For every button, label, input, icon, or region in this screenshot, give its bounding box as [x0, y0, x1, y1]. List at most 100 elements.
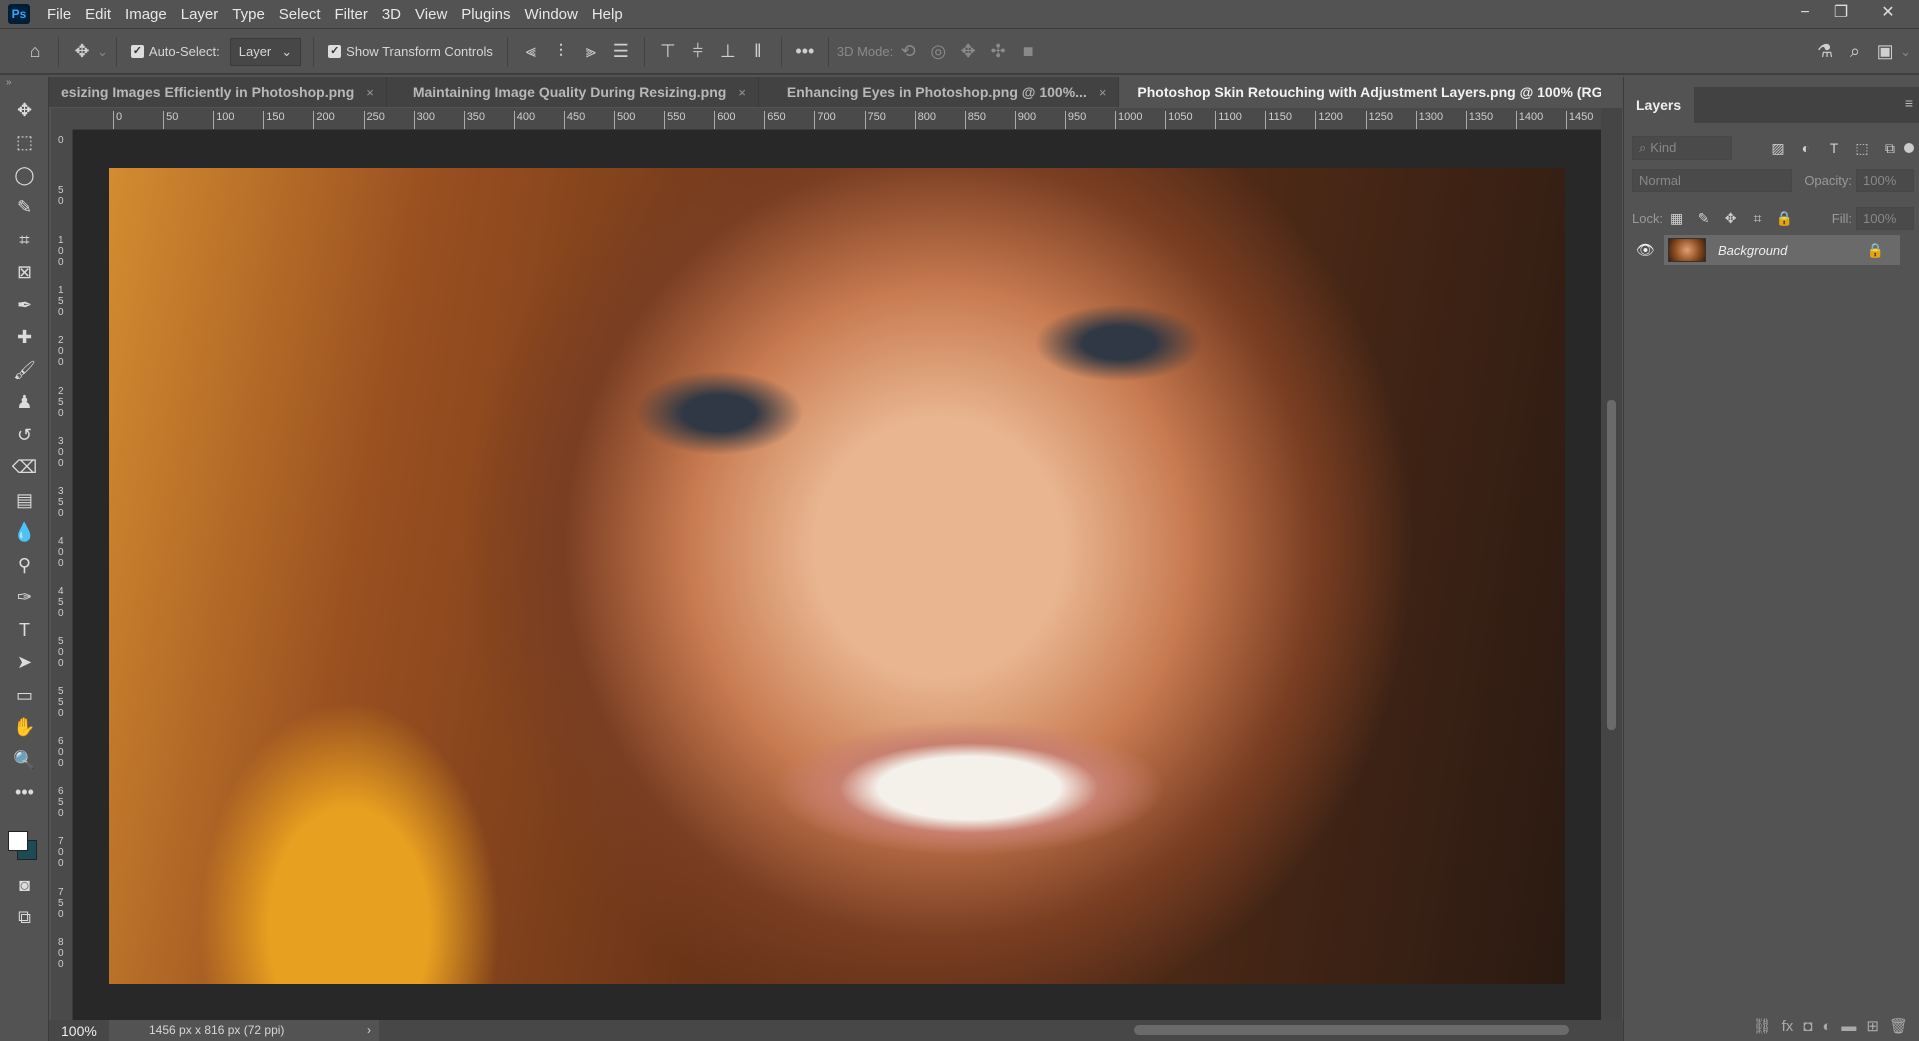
hand-tool-icon[interactable]: ✋ [0, 712, 49, 745]
crop-tool-icon[interactable]: ⌗ [0, 224, 49, 257]
fill-input[interactable]: 100% [1856, 206, 1914, 230]
scrollbar-thumb[interactable] [1134, 1025, 1569, 1035]
add-mask-icon[interactable]: ◘ [1803, 1018, 1812, 1035]
quick-mask-icon[interactable]: ◙ [0, 869, 49, 902]
lock-artboard-icon[interactable]: ⌗ [1744, 203, 1771, 233]
chevron-down-icon[interactable]: ⌄ [1900, 44, 1911, 60]
close-icon[interactable]: × [366, 85, 374, 100]
history-brush-tool-icon[interactable]: ↺ [0, 419, 49, 452]
3d-roll-icon[interactable]: ◎ [923, 37, 953, 67]
delete-layer-icon[interactable]: 🗑 [1889, 1017, 1908, 1035]
lock-transparent-icon[interactable]: ▦ [1663, 203, 1690, 233]
type-filter-icon[interactable]: T [1820, 133, 1848, 163]
shape-filter-icon[interactable]: ⬚ [1848, 133, 1876, 163]
horizontal-scrollbar[interactable] [379, 1020, 1623, 1041]
zoom-level[interactable]: 100% [49, 1023, 109, 1039]
smart-object-filter-icon[interactable]: ⧉ [1876, 133, 1904, 163]
3d-slide-icon[interactable]: ✣ [983, 37, 1013, 67]
blur-tool-icon[interactable]: 💧 [0, 517, 49, 550]
tab-skin-retouching[interactable]: Photoshop Skin Retouching with Adjustmen… [1119, 77, 1601, 107]
adjustment-filter-icon[interactable]: ◐ [1792, 133, 1820, 163]
path-select-tool-icon[interactable]: ➤ [0, 647, 49, 680]
link-layers-icon[interactable]: ⛓ [1753, 1017, 1772, 1035]
marquee-tool-icon[interactable]: ⬚ [0, 127, 49, 160]
tab-enhancing-eyes[interactable]: Enhancing Eyes in Photoshop.png @ 100%..… [759, 77, 1120, 107]
close-button[interactable]: ✕ [1870, 0, 1906, 26]
zoom-tool-icon[interactable]: 🔍 [0, 744, 49, 777]
distribute-icon[interactable]: ☰ [606, 37, 636, 67]
menu-plugins[interactable]: Plugins [454, 6, 517, 23]
auto-select-target-dropdown[interactable]: Layer ⌄ [229, 37, 302, 66]
lock-all-icon[interactable]: 🔒 [1771, 203, 1798, 233]
opacity-input[interactable]: 100% [1856, 169, 1914, 192]
filter-toggle[interactable] [1904, 143, 1914, 153]
workspace-icon[interactable]: ▣ [1870, 37, 1900, 67]
more-tools-icon[interactable]: ••• [0, 777, 49, 810]
menu-edit[interactable]: Edit [78, 6, 118, 23]
screen-mode-icon[interactable]: ⧉ [0, 902, 49, 935]
fx-icon[interactable]: fx [1782, 1018, 1794, 1035]
close-icon[interactable]: × [1099, 85, 1107, 100]
show-transform-controls-checkbox[interactable]: ✓ Show Transform Controls [328, 44, 493, 59]
align-left-icon[interactable]: ⫷ [516, 37, 546, 67]
scrollbar-thumb[interactable] [1607, 400, 1616, 730]
menu-type[interactable]: Type [225, 6, 272, 23]
quick-select-tool-icon[interactable]: ✎ [0, 192, 49, 225]
gradient-tool-icon[interactable]: ▤ [0, 484, 49, 517]
tab-layers[interactable]: Layers [1624, 87, 1694, 123]
search-icon[interactable]: ⌕ [1840, 37, 1870, 67]
align-center-icon[interactable]: ⫶ [546, 37, 576, 67]
new-layer-icon[interactable]: ⊞ [1866, 1017, 1879, 1035]
align-bottom-icon[interactable]: ⊥ [713, 37, 743, 67]
type-tool-icon[interactable]: T [0, 614, 49, 647]
move-tool-icon[interactable]: ✥ [0, 94, 49, 127]
stamp-tool-icon[interactable]: ♟ [0, 387, 49, 420]
home-icon[interactable]: ⌂ [20, 37, 50, 67]
new-group-icon[interactable]: ▬ [1841, 1018, 1856, 1035]
lock-position-icon[interactable]: ✥ [1717, 203, 1744, 233]
menu-select[interactable]: Select [272, 6, 328, 23]
3d-camera-icon[interactable]: ■ [1013, 37, 1043, 67]
flask-icon[interactable]: ⚗ [1810, 37, 1840, 67]
align-middle-icon[interactable]: ⫩ [683, 37, 713, 67]
auto-select-checkbox[interactable]: ✓ Auto-Select: [130, 44, 220, 59]
blend-mode-dropdown[interactable]: Normal [1632, 169, 1792, 192]
tab-resizing-images[interactable]: esizing Images Efficiently in Photoshop.… [49, 77, 387, 107]
brush-tool-icon[interactable]: 🖌 [0, 354, 49, 387]
menu-3d[interactable]: 3D [375, 6, 408, 23]
align-top-icon[interactable]: ⊤ [653, 37, 683, 67]
tab-maintaining-quality[interactable]: Maintaining Image Quality During Resizin… [387, 77, 759, 107]
close-icon[interactable]: × [738, 85, 746, 100]
more-options-button[interactable]: ••• [790, 37, 820, 67]
menu-layer[interactable]: Layer [174, 6, 226, 23]
eyedropper-tool-icon[interactable]: ✒ [0, 289, 49, 322]
layer-filter-dropdown[interactable]: ⌕ Kind [1632, 136, 1732, 160]
dodge-tool-icon[interactable]: ⚲ [0, 549, 49, 582]
collapse-icon[interactable]: » [0, 77, 48, 94]
distribute-vertical-icon[interactable]: ‖ [743, 37, 773, 67]
align-right-icon[interactable]: ⫸ [576, 37, 606, 67]
healing-tool-icon[interactable]: ✚ [0, 322, 49, 355]
visibility-eye-icon[interactable]: 👁 [1636, 241, 1655, 259]
status-menu-arrow[interactable]: › [359, 1020, 379, 1041]
menu-view[interactable]: View [408, 6, 454, 23]
new-adjustment-icon[interactable]: ◐ [1822, 1018, 1831, 1035]
document-image[interactable] [109, 168, 1565, 984]
panel-menu-icon[interactable]: ≡ [1905, 95, 1913, 111]
menu-file[interactable]: File [40, 6, 78, 23]
lasso-tool-icon[interactable]: ◯ [0, 159, 49, 192]
layer-row-background[interactable]: Background 🔒 [1664, 235, 1900, 265]
vertical-scrollbar[interactable] [1601, 108, 1622, 1020]
menu-filter[interactable]: Filter [328, 6, 375, 23]
3d-orbit-icon[interactable]: ⟲ [893, 37, 923, 67]
ruler-origin[interactable] [51, 108, 73, 130]
color-swatches[interactable] [0, 809, 48, 869]
menu-image[interactable]: Image [118, 6, 174, 23]
restore-button[interactable]: ❐ [1823, 0, 1859, 26]
chevron-down-icon[interactable]: ⌄ [97, 44, 108, 60]
menu-window[interactable]: Window [517, 6, 584, 23]
frame-tool-icon[interactable]: ⊠ [0, 257, 49, 290]
lock-image-icon[interactable]: ✎ [1690, 203, 1717, 233]
menu-help[interactable]: Help [585, 6, 630, 23]
rectangle-tool-icon[interactable]: ▭ [0, 679, 49, 712]
